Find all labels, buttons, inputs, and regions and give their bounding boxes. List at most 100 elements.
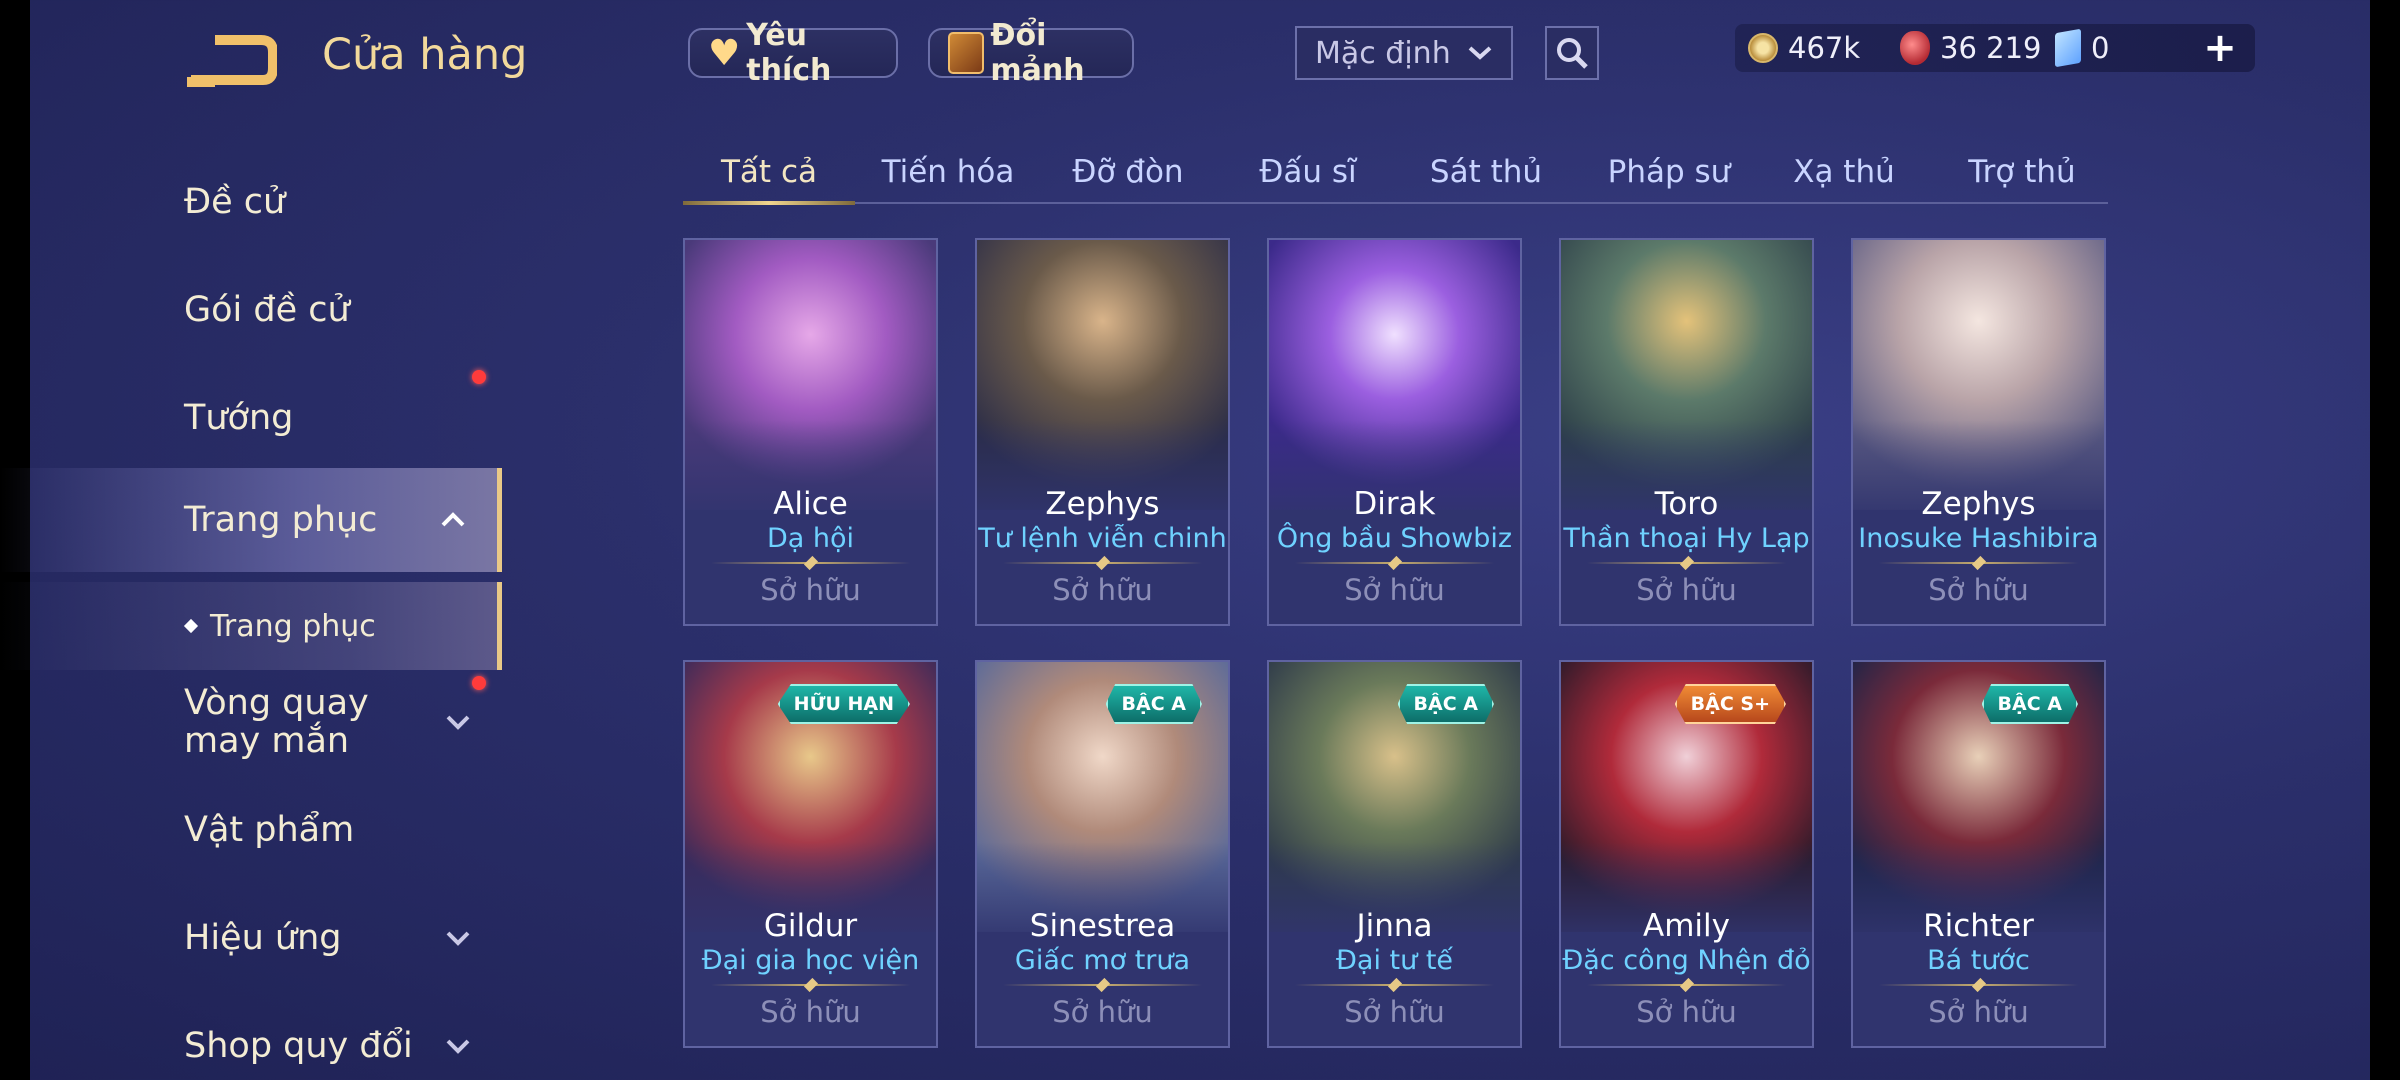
search-icon bbox=[1557, 38, 1588, 69]
tab-label: Đấu sĩ bbox=[1259, 154, 1357, 190]
hero-name: Amily bbox=[1643, 908, 1730, 944]
active-tab-indicator bbox=[683, 201, 855, 205]
divider bbox=[1879, 984, 2078, 986]
chevron-down-icon bbox=[446, 1039, 470, 1054]
tab-label: Sát thủ bbox=[1429, 154, 1543, 190]
sidebar-item-label: Shop quy đổi bbox=[184, 1026, 413, 1066]
shard-exchange-label: Đổi mảnh bbox=[990, 18, 1085, 88]
chevron-up-icon bbox=[441, 512, 465, 527]
sidebar-item-lucky-spin[interactable]: Vòng quay may mắn bbox=[0, 670, 502, 774]
skin-name: Thần thoại Hy Lạp bbox=[1563, 523, 1810, 554]
skin-card[interactable]: BẬC A Jinna Đại tư tế Sở hữu bbox=[1267, 660, 1522, 1048]
skin-card[interactable]: Dirak Ông bầu Showbiz Sở hữu bbox=[1267, 238, 1522, 626]
hero-name: Zephys bbox=[1045, 486, 1160, 522]
hero-name: Jinna bbox=[1356, 908, 1433, 944]
artwork-fade bbox=[1561, 842, 1812, 962]
tab-label: Đỡ đòn bbox=[1072, 154, 1184, 190]
artwork-fade bbox=[1853, 842, 2104, 962]
sidebar-item-recommended[interactable]: Đề cử bbox=[0, 150, 502, 254]
tab-evolution[interactable]: Tiến hóa bbox=[863, 142, 1033, 202]
skin-name: Bá tước bbox=[1927, 945, 2030, 976]
tier-badge: BẬC S+ bbox=[1674, 684, 1786, 724]
heart-icon: ♥ bbox=[708, 32, 741, 74]
favorites-button[interactable]: ♥ Yêu thích bbox=[688, 18, 898, 88]
sidebar-subitem-skins[interactable]: Trang phục bbox=[0, 582, 502, 670]
skin-name: Dạ hội bbox=[766, 523, 855, 554]
ownership-status: Sở hữu bbox=[1052, 995, 1153, 1029]
skin-card[interactable]: Zephys Inosuke Hashibira Sở hữu bbox=[1851, 238, 2106, 626]
tier-badge: BẬC A bbox=[1105, 684, 1202, 724]
shard-exchange-button[interactable]: Đổi mảnh bbox=[928, 18, 1134, 88]
ownership-status: Sở hữu bbox=[760, 573, 861, 607]
tab-label: Trợ thủ bbox=[1968, 154, 2076, 190]
sidebar-item-effects[interactable]: Hiệu ứng bbox=[0, 886, 502, 990]
skin-card[interactable]: HỮU HẠN Gildur Đại gia học viện Sở hữu bbox=[683, 660, 938, 1048]
back-button[interactable] bbox=[185, 30, 278, 90]
hero-name: Dirak bbox=[1353, 486, 1436, 522]
sidebar-item-exchange-shop[interactable]: Shop quy đổi bbox=[0, 994, 502, 1080]
gold-coin-icon bbox=[1748, 33, 1778, 63]
ruby-amount: 36 219 bbox=[1940, 31, 2042, 65]
voucher-icon bbox=[2055, 28, 2081, 68]
hero-name: Toro bbox=[1654, 486, 1719, 522]
sidebar-item-heroes[interactable]: Tướng bbox=[0, 366, 502, 470]
sidebar-item-label: Tướng bbox=[184, 398, 294, 438]
tab-assassin[interactable]: Sát thủ bbox=[1401, 142, 1571, 202]
tier-badge: BẬC A bbox=[1981, 684, 2078, 724]
back-arrow-icon bbox=[187, 35, 278, 87]
tab-mage[interactable]: Pháp sư bbox=[1579, 142, 1759, 202]
sidebar-item-skins[interactable]: Trang phục bbox=[0, 468, 502, 572]
gold-amount: 467k bbox=[1788, 31, 1861, 65]
artwork-fade bbox=[1269, 842, 1520, 962]
ownership-status: Sở hữu bbox=[1928, 995, 2029, 1029]
skin-name: Đại tư tế bbox=[1335, 945, 1454, 976]
chevron-down-icon bbox=[446, 931, 470, 946]
tab-label: Xạ thủ bbox=[1793, 154, 1895, 190]
tab-label: Pháp sư bbox=[1607, 154, 1731, 190]
sidebar-item-label: Hiệu ứng bbox=[184, 918, 342, 958]
ownership-status: Sở hữu bbox=[1928, 573, 2029, 607]
hero-name: Gildur bbox=[763, 908, 858, 944]
divider bbox=[1879, 562, 2078, 564]
sort-dropdown[interactable]: Mặc định bbox=[1295, 26, 1513, 80]
artwork-fade bbox=[685, 842, 936, 962]
sidebar-item-label: Trang phục bbox=[184, 500, 378, 540]
hero-name: Richter bbox=[1923, 908, 2034, 944]
chevron-down-icon bbox=[1468, 46, 1492, 60]
divider bbox=[1587, 562, 1786, 564]
ownership-status: Sở hữu bbox=[1344, 573, 1445, 607]
tab-fighter[interactable]: Đấu sĩ bbox=[1223, 142, 1393, 202]
sidebar-item-items[interactable]: Vật phẩm bbox=[0, 778, 502, 882]
bullet-icon bbox=[183, 618, 199, 634]
sidebar-item-label: Đề cử bbox=[184, 182, 286, 222]
tab-marksman[interactable]: Xạ thủ bbox=[1759, 142, 1929, 202]
skin-card[interactable]: BẬC A Sinestrea Giấc mơ trưa Sở hữu bbox=[975, 660, 1230, 1048]
sidebar-item-label: Vòng quay may mắn bbox=[184, 683, 369, 761]
skin-card[interactable]: Zephys Tư lệnh viễn chinh Sở hữu bbox=[975, 238, 1230, 626]
skin-card[interactable]: Alice Dạ hội Sở hữu bbox=[683, 238, 938, 626]
voucher-amount: 0 bbox=[2091, 31, 2110, 65]
skin-card[interactable]: BẬC S+ Amily Đặc công Nhện đỏ Sở hữu bbox=[1559, 660, 1814, 1048]
skin-card[interactable]: BẬC A Richter Bá tước Sở hữu bbox=[1851, 660, 2106, 1048]
top-up-button[interactable]: + bbox=[2196, 24, 2244, 72]
role-filter-tabs: Tất cả Tiến hóa Đỡ đòn Đấu sĩ Sát thủ Ph… bbox=[683, 142, 2108, 205]
sidebar-item-recommended-bundles[interactable]: Gói đề cử bbox=[0, 258, 502, 384]
sidebar-item-label: Vật phẩm bbox=[184, 810, 355, 850]
tab-label: Tiến hóa bbox=[881, 154, 1015, 190]
chevron-down-icon bbox=[446, 715, 470, 730]
artwork-fade bbox=[685, 420, 936, 540]
tab-support[interactable]: Trợ thủ bbox=[1937, 142, 2107, 202]
skin-name: Tư lệnh viễn chinh bbox=[978, 523, 1227, 554]
limited-badge: HỮU HẠN bbox=[777, 684, 910, 724]
ownership-status: Sở hữu bbox=[1636, 995, 1737, 1029]
skin-card[interactable]: Toro Thần thoại Hy Lạp Sở hữu bbox=[1559, 238, 1814, 626]
divider bbox=[1003, 562, 1202, 564]
notification-dot bbox=[472, 676, 486, 690]
ownership-status: Sở hữu bbox=[1052, 573, 1153, 607]
divider bbox=[711, 562, 910, 564]
artwork-fade bbox=[1561, 420, 1812, 540]
search-button[interactable] bbox=[1545, 26, 1599, 80]
tab-tank[interactable]: Đỡ đòn bbox=[1043, 142, 1213, 202]
gold-balance: 467k bbox=[1748, 24, 1860, 72]
tab-all[interactable]: Tất cả bbox=[683, 142, 855, 202]
